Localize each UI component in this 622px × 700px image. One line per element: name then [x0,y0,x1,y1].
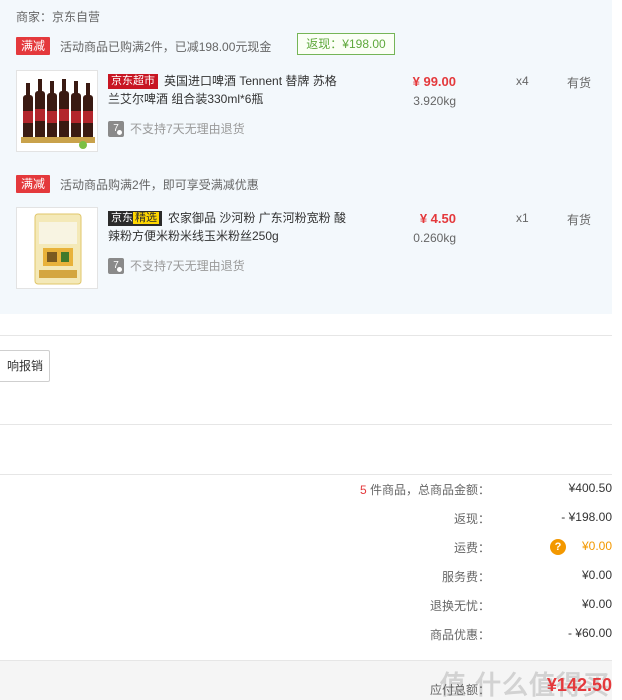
worry-free-label: 退换无忧： [429,599,490,613]
rebate-label: 返现： [453,512,490,526]
stock-status: 有货 [567,213,592,227]
jd-supermarket-tag: 京东超市 [108,74,158,89]
return-policy-text: 不支持7天无理由退货 [130,122,245,136]
product-item: 京东 精选 农家御品 沙河粉 广东河粉宽粉 酸辣粉方便米粉米线玉米粉丝250g 7 … [16,207,606,291]
seller-label: 商家：京东自营 [16,10,101,24]
promo-tag: 满减 [16,37,51,55]
section-divider [0,424,612,425]
rice-noodle-package-image [17,208,97,288]
no-7-day-return-icon: 7 [108,257,124,274]
help-icon[interactable]: ? [550,539,566,555]
product-thumbnail[interactable] [16,207,98,289]
product-title[interactable]: 京东 精选 农家御品 沙河粉 广东河粉宽粉 酸辣粉方便米粉米线玉米粉丝250g [108,209,348,245]
total-payable-bar: 值 什么值得买 应付总额： ¥142.50 [0,660,612,700]
promo-row-1: 满减 活动商品已购满2件，已减198.00元现金 [16,36,271,56]
promo-text: 活动商品购满2件，即可享受满减优惠 [60,177,259,192]
discount-value: - ¥60.00 [567,626,612,640]
product-price: ¥ 4.50 [419,211,456,226]
product-weight: 3.920kg [413,94,456,108]
summary-discount: 商品优惠： - ¥60.00 [0,624,612,644]
return-policy-text: 不支持7天无理由退货 [130,259,245,273]
summary-rebate: 返现： - ¥198.00 [0,508,612,528]
stock-status: 有货 [567,76,592,90]
product-weight: 0.260kg [413,231,456,245]
section-divider [0,474,612,475]
return-policy-note: 7 不支持7天无理由退货 [108,257,245,274]
summary-goods-total: 5 件商品，总商品金额： ¥400.50 [0,479,612,499]
service-fee-value: ¥0.00 [581,568,612,582]
product-title[interactable]: 京东超市 英国进口啤酒 Tennent 替牌 苏格兰艾尔啤酒 组合装330ml*6… [108,72,348,108]
shipping-label: 运费： [453,541,490,555]
promo-tag: 满减 [16,175,51,193]
summary-shipping: 运费： ? ¥0.00 [0,537,612,557]
summary-service-fee: 服务费： ¥0.00 [0,566,612,586]
total-payable-label: 应付总额： [429,683,490,697]
return-policy-note: 7 不支持7天无理由退货 [108,120,245,137]
section-divider [0,335,612,336]
total-payable-value: ¥142.50 [546,675,612,695]
product-item: 京东超市 英国进口啤酒 Tennent 替牌 苏格兰艾尔啤酒 组合装330ml*6… [16,70,606,154]
product-thumbnail[interactable] [16,70,98,152]
product-price: ¥ 99.00 [412,74,456,89]
promo-row-2: 满减 活动商品购满2件，即可享受满减优惠 [16,174,259,194]
shipping-value: ¥0.00 [581,539,612,553]
promo-text: 活动商品已购满2件，已减198.00元现金 [60,39,272,54]
jd-selected-tag: 京东 精选 [108,211,162,226]
no-7-day-return-icon: 7 [108,120,124,137]
reimburse-button[interactable]: 响报销 [0,350,50,382]
product-quantity: x4 [516,74,529,88]
summary-worry-free: 退换无忧： ¥0.00 [0,595,612,615]
goods-total-value: ¥400.50 [568,481,612,495]
goods-total-label: 5 件商品，总商品金额： [359,483,490,497]
order-items-panel: 商家：京东自营 满减 活动商品已购满2件，已减198.00元现金 返现：¥198… [0,0,612,314]
service-fee-label: 服务费： [441,570,490,584]
product-quantity: x1 [516,211,529,225]
rebate-badge: 返现：¥198.00 [297,33,395,55]
worry-free-value: ¥0.00 [581,597,612,611]
rebate-value: - ¥198.00 [561,510,612,524]
discount-label: 商品优惠： [429,628,490,642]
beer-bottles-image [17,71,97,151]
